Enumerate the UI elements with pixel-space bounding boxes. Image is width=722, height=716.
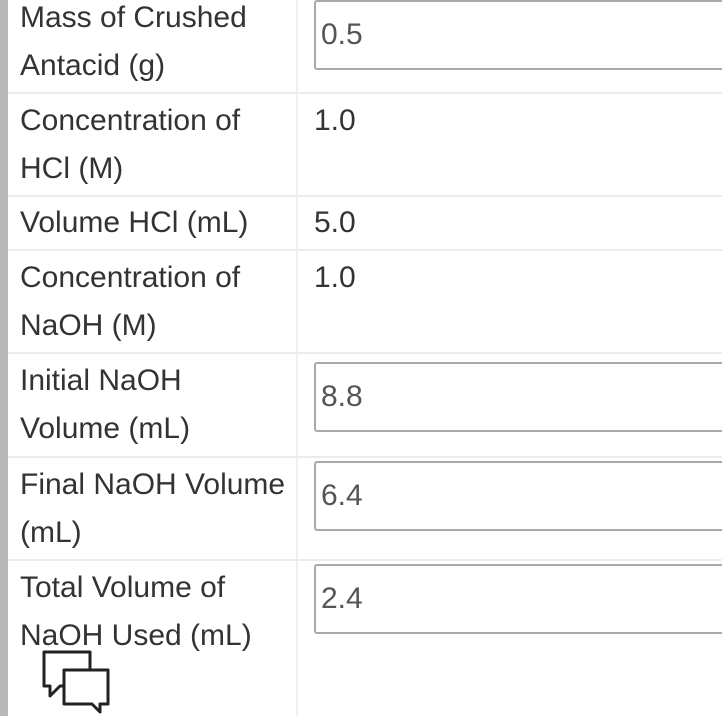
row-label-total-naoh-volume: Total Volume of NaOH Used (mL) [20, 571, 252, 652]
naoh-concentration-value: 1.0 [314, 261, 356, 294]
table-row-mass-antacid: Mass of Crushed Antacid (g) [8, 0, 722, 94]
total-naoh-volume-input[interactable] [314, 564, 722, 634]
row-label-mass-antacid: Mass of Crushed Antacid (g) [20, 1, 247, 82]
table-row-hcl-concentration: Concentration of HCl (M) 1.0 [8, 94, 722, 197]
hcl-volume-value: 5.0 [314, 206, 356, 239]
initial-naoh-volume-input[interactable] [314, 362, 722, 432]
row-label-naoh-concentration: Concentration of NaOH (M) [20, 261, 241, 342]
final-naoh-volume-input[interactable] [314, 461, 722, 531]
comment-bubbles-icon[interactable] [40, 648, 112, 716]
mass-antacid-input[interactable] [314, 0, 722, 70]
table-row-initial-naoh-volume: Initial NaOH Volume (mL) [8, 354, 722, 458]
table-row-naoh-concentration: Concentration of NaOH (M) 1.0 [8, 251, 722, 354]
hcl-concentration-value: 1.0 [314, 104, 356, 137]
row-label-hcl-concentration: Concentration of HCl (M) [20, 104, 241, 185]
row-label-initial-naoh-volume: Initial NaOH Volume (mL) [20, 364, 191, 445]
row-label-final-naoh-volume: Final NaOH Volume (mL) [20, 468, 286, 549]
left-edge-strip [0, 0, 8, 716]
table-row-final-naoh-volume: Final NaOH Volume (mL) [8, 458, 722, 561]
row-label-hcl-volume: Volume HCl (mL) [20, 206, 249, 239]
results-table: Mass of Crushed Antacid (g) Concentratio… [0, 0, 722, 716]
table-row-hcl-volume: Volume HCl (mL) 5.0 [8, 197, 722, 251]
table-row-total-naoh-volume: Total Volume of NaOH Used (mL) [8, 561, 722, 716]
